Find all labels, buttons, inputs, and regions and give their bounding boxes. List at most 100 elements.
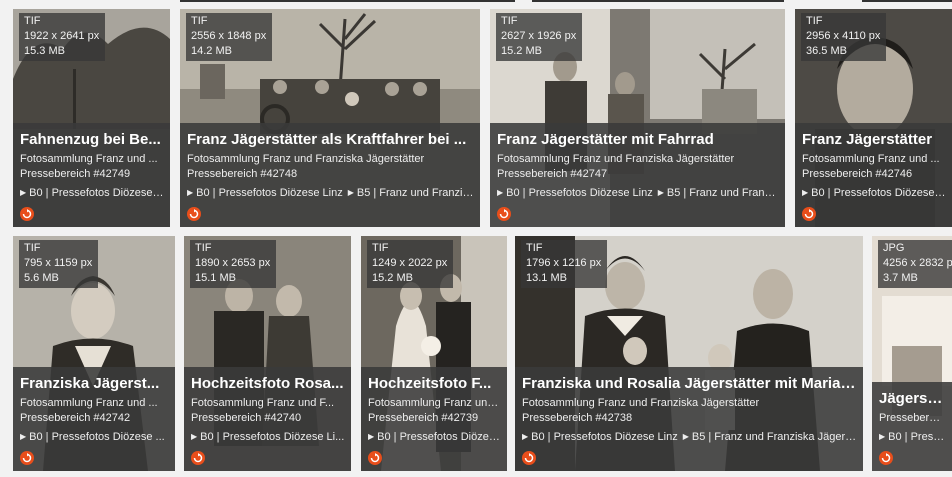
tag-arrow-icon: ▶: [657, 188, 664, 197]
tag-link[interactable]: B0 | Pressefotos Diözese Linz: [506, 187, 653, 199]
asset-collection: Fotosammlung Franz und Franziska Jägerst…: [522, 397, 760, 409]
asset-area: Pressebereich #42739: [368, 412, 479, 424]
file-dimensions: 1922 x 2641 px: [24, 30, 100, 42]
tag-link[interactable]: B0 | Pressefotos Diözese ...: [29, 431, 165, 443]
asset-area: Pressebereich #42749: [20, 168, 131, 180]
file-dimensions: 795 x 1159 px: [24, 257, 93, 269]
file-info: TIF 795 x 1159 px 5.6 MB: [19, 240, 99, 288]
file-format: TIF: [372, 242, 389, 254]
asset-tags: ▶B0 | Pressefotos Di: [879, 429, 946, 445]
tag-link[interactable]: B0 | Pressefotos Di: [888, 431, 946, 443]
tag-link[interactable]: B5 | Franz und Franzis...: [357, 187, 474, 199]
asset-title[interactable]: Franz Jägerstätter mit Fahrrad: [497, 131, 779, 149]
asset-card[interactable]: TIF 1249 x 2022 px 15.2 MB Hochzeitsfoto…: [361, 236, 507, 471]
asset-collection: Fotosammlung Franz und ...: [802, 153, 940, 165]
tag-arrow-icon: ▶: [368, 432, 375, 441]
asset-title[interactable]: Franz Jägerstätter: [802, 131, 946, 149]
related-icon[interactable]: [20, 207, 34, 221]
previous-row-edge: [532, 0, 784, 2]
asset-tags: ▶ B0 | Pressefotos Diözese ...: [20, 185, 164, 201]
asset-area: Pressebereich #42748: [187, 168, 298, 180]
previous-row-edge: [862, 0, 952, 2]
asset-info-panel: Franziska Jägerst... Fotosammlung Franz …: [13, 367, 175, 471]
asset-tags: ▶ B0 | Pressefotos Diözese ...: [368, 429, 501, 445]
asset-tags: ▶ B0 | Pressefotos Diözese ...: [802, 185, 946, 201]
file-size: 15.3 MB: [24, 45, 65, 57]
related-icon[interactable]: [368, 451, 382, 465]
asset-info-panel: Franz Jägerstätter als Kraftfahrer bei .…: [180, 123, 480, 227]
asset-collection: Fotosammlung Franz und F...: [191, 397, 335, 409]
asset-collection: Fotosammlung Franz und ...: [368, 397, 501, 409]
related-icon[interactable]: [522, 451, 536, 465]
file-size: 15.2 MB: [501, 45, 542, 57]
related-icon[interactable]: [497, 207, 511, 221]
file-info: TIF 1890 x 2653 px 15.1 MB: [190, 240, 277, 288]
file-format: TIF: [24, 15, 41, 27]
asset-card[interactable]: TIF 2627 x 1926 px 15.2 MB Franz Jägerst…: [490, 9, 785, 227]
file-size: 15.1 MB: [195, 272, 236, 284]
asset-card[interactable]: TIF 2556 x 1848 px 14.2 MB Franz Jägerst…: [180, 9, 480, 227]
file-dimensions: 4256 x 2832 px: [883, 257, 952, 269]
tag-arrow-icon: ▶: [187, 188, 194, 197]
asset-title[interactable]: Franz Jägerstätter als Kraftfahrer bei .…: [187, 131, 474, 149]
asset-tags: ▶ B0 | Pressefotos Diözese Li...: [191, 429, 345, 445]
asset-title[interactable]: Jägerstätte: [879, 390, 946, 408]
asset-collection: Fotosammlung Franz und Franziska Jägerst…: [497, 153, 735, 165]
related-icon[interactable]: [879, 451, 893, 465]
file-info: TIF 1922 x 2641 px 15.3 MB: [19, 13, 106, 61]
file-size: 13.1 MB: [526, 272, 567, 284]
file-size: 3.7 MB: [883, 272, 918, 284]
related-icon[interactable]: [20, 451, 34, 465]
file-format: TIF: [501, 15, 518, 27]
file-info: TIF 1796 x 1216 px 13.1 MB: [521, 240, 608, 288]
asset-title[interactable]: Franziska und Rosalia Jägerstätter mit M…: [522, 375, 857, 393]
asset-tags: ▶ B0 | Pressefotos Diözese Linz ▶ B5 | Fran…: [497, 185, 779, 201]
asset-info-panel: Franz Jägerstätter mit Fahrrad Fotosamml…: [490, 123, 785, 227]
file-info: TIF 2956 x 4110 px 36.5 MB: [801, 13, 887, 61]
file-format: TIF: [526, 242, 543, 254]
tag-link[interactable]: B0 | Pressefotos Diözese Linz: [531, 431, 678, 443]
asset-card[interactable]: TIF 1796 x 1216 px 13.1 MB Franziska und…: [515, 236, 863, 471]
tag-arrow-icon: ▶: [497, 188, 504, 197]
asset-area: Pressebereich #42738: [522, 412, 633, 424]
file-size: 14.2 MB: [191, 45, 232, 57]
asset-title[interactable]: Hochzeitsfoto Rosa...: [191, 375, 345, 393]
file-format: TIF: [24, 242, 41, 254]
tag-link[interactable]: B5 | Franz und Franziska Jägers...: [692, 431, 857, 443]
asset-title[interactable]: Fahnenzug bei Be...: [20, 131, 164, 149]
asset-collection: Fotosammlung Franz und ...: [20, 397, 158, 409]
asset-area: Pressebereich #42747: [497, 168, 608, 180]
asset-title[interactable]: Franziska Jägerst...: [20, 375, 169, 393]
asset-collection: Fotosammlung Franz und Franziska Jägerst…: [187, 153, 425, 165]
asset-card[interactable]: TIF 795 x 1159 px 5.6 MB Franziska Jäger…: [13, 236, 175, 471]
asset-card[interactable]: JPG 4256 x 2832 px 3.7 MB Jägerstätte Pr…: [872, 236, 952, 471]
related-icon[interactable]: [191, 451, 205, 465]
related-icon[interactable]: [802, 207, 816, 221]
asset-area: Pressebereich #: [879, 412, 946, 424]
asset-card[interactable]: TIF 1890 x 2653 px 15.1 MB Hochzeitsfoto…: [184, 236, 351, 471]
asset-title[interactable]: Hochzeitsfoto F...: [368, 375, 501, 393]
tag-arrow-icon: ▶: [191, 432, 198, 441]
tag-arrow-icon: ▶: [879, 432, 886, 441]
file-format: JPG: [883, 242, 905, 254]
file-dimensions: 1890 x 2653 px: [195, 257, 271, 269]
asset-info-panel: Franz Jägerstätter Fotosammlung Franz un…: [795, 123, 952, 227]
file-dimensions: 2627 x 1926 px: [501, 30, 577, 42]
asset-area: Pressebereich #42746: [802, 168, 913, 180]
file-size: 36.5 MB: [806, 45, 847, 57]
asset-tags: ▶ B0 | Pressefotos Diözese ...: [20, 429, 169, 445]
asset-card[interactable]: TIF 2956 x 4110 px 36.5 MB Franz Jägerst…: [795, 9, 952, 227]
asset-tags: ▶ B0 | Pressefotos Diözese Linz ▶ B5 | Fran…: [187, 185, 474, 201]
tag-link[interactable]: B0 | Pressefotos Diözese Li...: [200, 431, 344, 443]
tag-link[interactable]: B0 | Pressefotos Diözese ...: [377, 431, 501, 443]
tag-link[interactable]: B0 | Pressefotos Diözese ...: [811, 187, 946, 199]
file-size: 5.6 MB: [24, 272, 59, 284]
file-info: TIF 2556 x 1848 px 14.2 MB: [186, 13, 273, 61]
file-info: JPG 4256 x 2832 px 3.7 MB: [878, 240, 952, 288]
file-dimensions: 2556 x 1848 px: [191, 30, 267, 42]
tag-link[interactable]: B0 | Pressefotos Diözese Linz: [196, 187, 343, 199]
tag-link[interactable]: B5 | Franz und Franzi...: [667, 187, 779, 199]
related-icon[interactable]: [187, 207, 201, 221]
tag-link[interactable]: B0 | Pressefotos Diözese ...: [29, 187, 164, 199]
asset-card[interactable]: TIF 1922 x 2641 px 15.3 MB Fahnenzug bei…: [13, 9, 170, 227]
